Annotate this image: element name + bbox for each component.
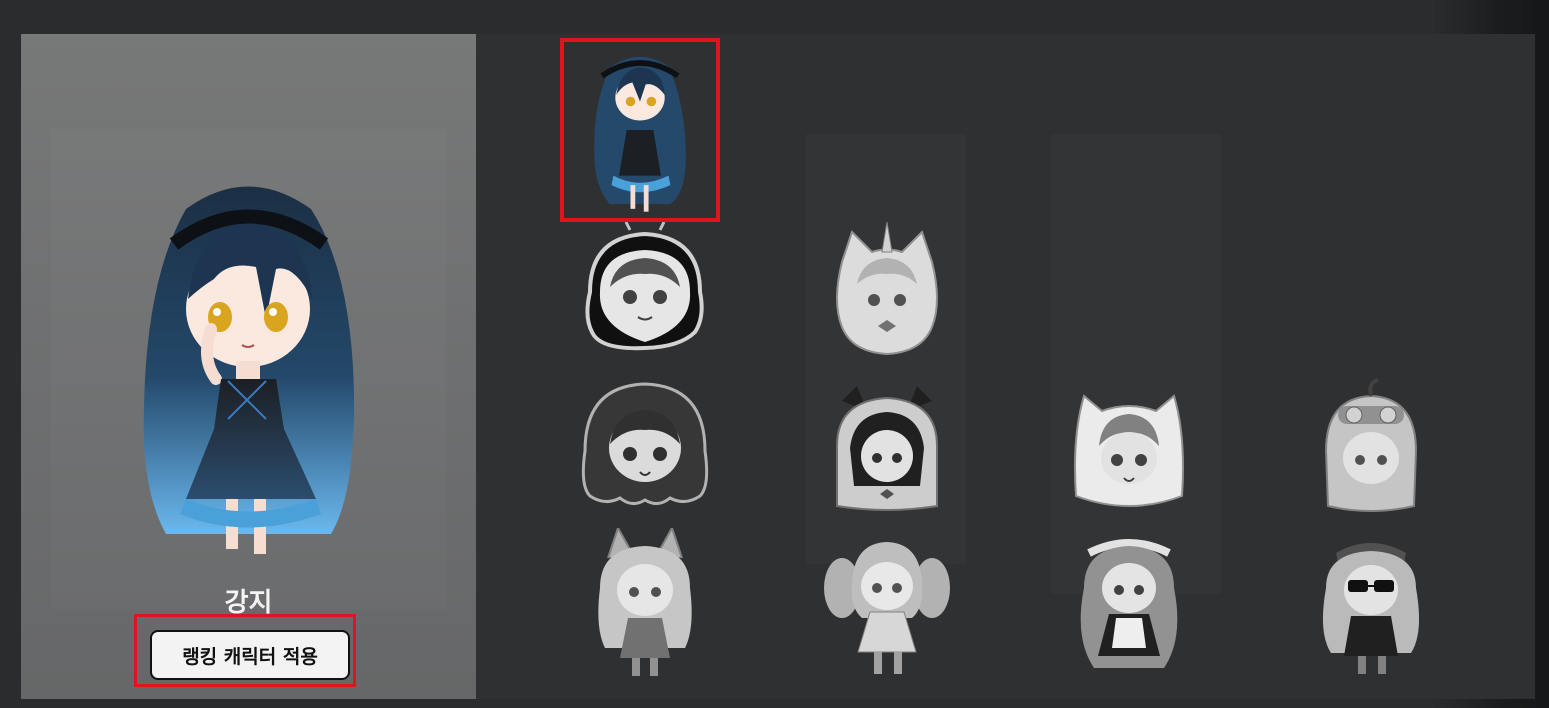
chibi-blue-hair-girl-icon (594, 56, 686, 212)
character-slot-sunglasses-girl[interactable] (1296, 528, 1446, 678)
character-slot-bow-ghost-girl[interactable] (812, 376, 962, 526)
character-slot-fox-ear-girl[interactable] (570, 528, 720, 678)
character-preview-panel: 강지 랭킹 캐릭터 적용 (21, 34, 476, 699)
character-grid (476, 34, 1535, 699)
chibi-fox-ear-girl-icon (598, 528, 692, 676)
chibi-bow-ghost-girl-icon (836, 386, 938, 511)
chibi-unicorn-hood-girl-icon (836, 222, 938, 356)
chibi-goggles-girl-icon (1324, 378, 1418, 512)
character-slot-goggles-girl[interactable] (1296, 376, 1446, 526)
character-slot-cat-ghost-girl[interactable] (1054, 376, 1204, 526)
apply-button-highlight: 랭킹 캐릭터 적용 (134, 614, 356, 687)
character-slot-twin-tail-girl[interactable] (812, 528, 962, 678)
chibi-ghost-hood-girl-icon (585, 222, 704, 351)
character-select-modal: 강지 랭킹 캐릭터 적용 (21, 34, 1535, 699)
character-slot-unicorn-hood-girl[interactable] (812, 222, 962, 372)
chibi-twin-tail-girl-icon (824, 542, 950, 674)
character-slot-gangji[interactable] (560, 38, 720, 222)
apply-ranking-character-button[interactable]: 랭킹 캐릭터 적용 (150, 630, 350, 680)
chibi-dark-slime-girl-icon (581, 382, 709, 505)
chibi-cat-ghost-girl-icon (1074, 394, 1184, 507)
character-slot-maid-girl[interactable] (1054, 528, 1204, 678)
character-preview-image (143, 186, 355, 554)
chibi-sunglasses-girl-icon (1322, 543, 1420, 674)
character-slot-ghost-hood-girl[interactable] (570, 222, 720, 372)
character-slot-dark-slime-girl[interactable] (570, 376, 720, 526)
chibi-maid-girl-icon (1080, 539, 1178, 668)
